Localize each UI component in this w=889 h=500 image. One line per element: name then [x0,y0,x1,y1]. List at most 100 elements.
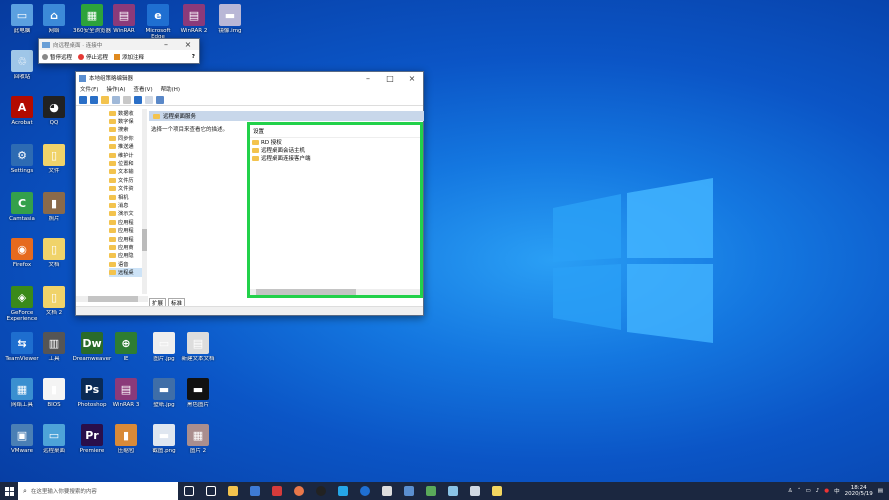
minimize-button[interactable]: – [155,40,177,49]
tray-volume-icon[interactable]: ♪ [816,488,820,494]
tray-network-icon[interactable]: ▭ [806,488,811,494]
export-list-icon[interactable] [123,95,131,104]
pause-remote-button[interactable]: 暂停远程 [42,53,72,61]
group-policy-window: 本地组策略编辑器 – □ × 文件(F) 操作(A) 查看(V) 帮助(H) 数据收… [75,71,424,316]
clock[interactable]: 18:24 2020/5/19 [845,485,873,497]
properties-icon[interactable] [145,95,153,104]
settings-list-item[interactable]: RD 授权 [250,138,420,146]
add-note-button[interactable]: 添加注释 [114,53,144,61]
tray-chevron-icon[interactable]: ˄ [798,488,801,494]
desktop-icon-image: e [147,4,169,26]
store-icon[interactable] [250,486,260,496]
menu-file[interactable]: 文件(F) [80,85,98,93]
tray-ime-icon[interactable]: 中 [834,487,840,495]
desktop-icon[interactable]: ⌂ 网络 [34,4,74,34]
desktop-icon[interactable]: ▤ WinRAR 2 [174,4,214,34]
tree-item-label: 文件资 [118,186,134,193]
terminal-icon[interactable] [382,486,392,496]
desktop-icon[interactable]: ▯ 文档 2 [34,286,74,316]
desktop-icon[interactable]: ▭ 远程桌面 [34,424,74,454]
file-explorer-icon[interactable] [228,486,238,496]
desktop-icon[interactable]: ♲ 回收站 [2,50,42,80]
menu-action[interactable]: 操作(A) [106,85,125,93]
show-hide-tree-icon[interactable] [112,95,120,104]
task-view-icon[interactable] [184,486,194,496]
tree-hscrollbar-thumb[interactable] [88,296,138,302]
desktop-icon[interactable]: ▥ 工具 [34,332,74,362]
desktop-icon[interactable]: ▮ 照片 [34,192,74,222]
folder-icon [109,211,116,217]
settings-hscrollbar-thumb[interactable] [256,289,356,295]
desktop-icon-image: ▤ [187,332,209,354]
browser-icon[interactable] [294,486,304,496]
help-icon[interactable] [134,95,142,104]
task-view-2-icon[interactable] [206,486,216,496]
desktop-icon-image: ▭ [43,424,65,446]
filter-icon[interactable] [156,95,164,104]
tree-item-label: 应用程 [118,219,134,226]
desktop-icon[interactable]: ▤ 新建文本文档 [178,332,218,362]
close-button[interactable]: × [177,40,199,49]
desktop-icon-image: ⊕ [115,332,137,354]
menu-help[interactable]: 帮助(H) [161,85,180,93]
stop-remote-button[interactable]: 停止远程 [78,53,108,61]
desktop-icon[interactable]: ▮ 压缩包 [106,424,146,454]
tray-app-icon[interactable]: ● [824,488,829,494]
edge-icon[interactable] [360,486,370,496]
gpedit-task-icon[interactable] [470,486,480,496]
settings-column-header[interactable]: 设置 [250,125,420,138]
folder-icon [153,113,160,119]
notifications-icon[interactable]: ▤ [878,488,883,494]
desktop-icon[interactable]: ▯ 文件 [34,144,74,174]
start-button[interactable] [0,482,18,500]
search-icon: ⌕ [23,486,27,495]
media-icon[interactable] [272,486,282,496]
settings-list-item[interactable]: 远程桌面会话主机 [250,146,420,154]
desktop-icon[interactable]: ▯ 文档 [34,238,74,268]
desktop-icon[interactable]: ▮ BIOS [34,378,74,408]
settings-list-item-label: 远程桌面连接客户端 [261,156,311,162]
close-button[interactable]: × [401,74,423,83]
settings-hscrollbar[interactable] [250,289,420,295]
notes-icon[interactable] [492,486,502,496]
up-folder-icon[interactable] [101,95,109,104]
back-icon[interactable] [79,95,87,104]
help-icon[interactable]: ? [192,54,195,60]
folder-icon [109,119,116,125]
chat-icon[interactable] [338,486,348,496]
desktop-icon[interactable]: ⊕ IE [106,332,146,362]
tree-scrollbar-thumb[interactable] [142,229,147,251]
tree-item-label: 数据收 [118,110,134,117]
tree-scrollbar[interactable] [142,109,147,294]
desktop-icon[interactable]: ▦ 图片 2 [178,424,218,454]
desktop-icon[interactable]: ◕ QQ [34,96,74,126]
settings-list-item-label: 远程桌面会话主机 [261,148,306,154]
desktop-icon-image: ▬ [187,378,209,400]
search-placeholder: 在这里输入你要搜索的内容 [30,489,97,495]
desktop-icon[interactable]: ▤ WinRAR 3 [106,378,146,408]
desktop-icon-label: 文档 2 [45,310,63,316]
menu-view[interactable]: 查看(V) [134,85,153,93]
tree-item-label: 文件历 [118,177,134,184]
app-icon-2[interactable] [426,486,436,496]
tray-person-icon[interactable]: ♙ [788,488,793,494]
settings-list-item[interactable]: 远程桌面连接客户端 [250,154,420,162]
desktop-icon-image: ▮ [43,378,65,400]
desktop-icon[interactable]: e Microsoft Edge [138,4,178,40]
tree-item-label: 搜索 [118,127,129,134]
remote-icon[interactable] [404,486,414,496]
maximize-button[interactable]: □ [379,74,401,83]
desktop-icon[interactable]: ▬ 镜像.img [210,4,250,34]
add-note-label: 添加注释 [122,54,145,61]
tree-item-label: 应用隐 [118,253,134,260]
tree-hscrollbar[interactable] [76,296,148,302]
desktop-icon-label: 文档 [48,262,60,268]
search-box[interactable]: ⌕ 在这里输入你要搜索的内容 [18,482,178,500]
app-icon-3[interactable] [448,486,458,496]
tree-item-label: 应用程 [118,228,134,235]
minimize-button[interactable]: – [357,74,379,83]
desktop-icon[interactable]: ▬ 黑色图片 [178,378,218,408]
forward-icon[interactable] [90,95,98,104]
menu-bar: 文件(F) 操作(A) 查看(V) 帮助(H) [76,84,423,94]
qq-icon[interactable] [316,486,326,496]
